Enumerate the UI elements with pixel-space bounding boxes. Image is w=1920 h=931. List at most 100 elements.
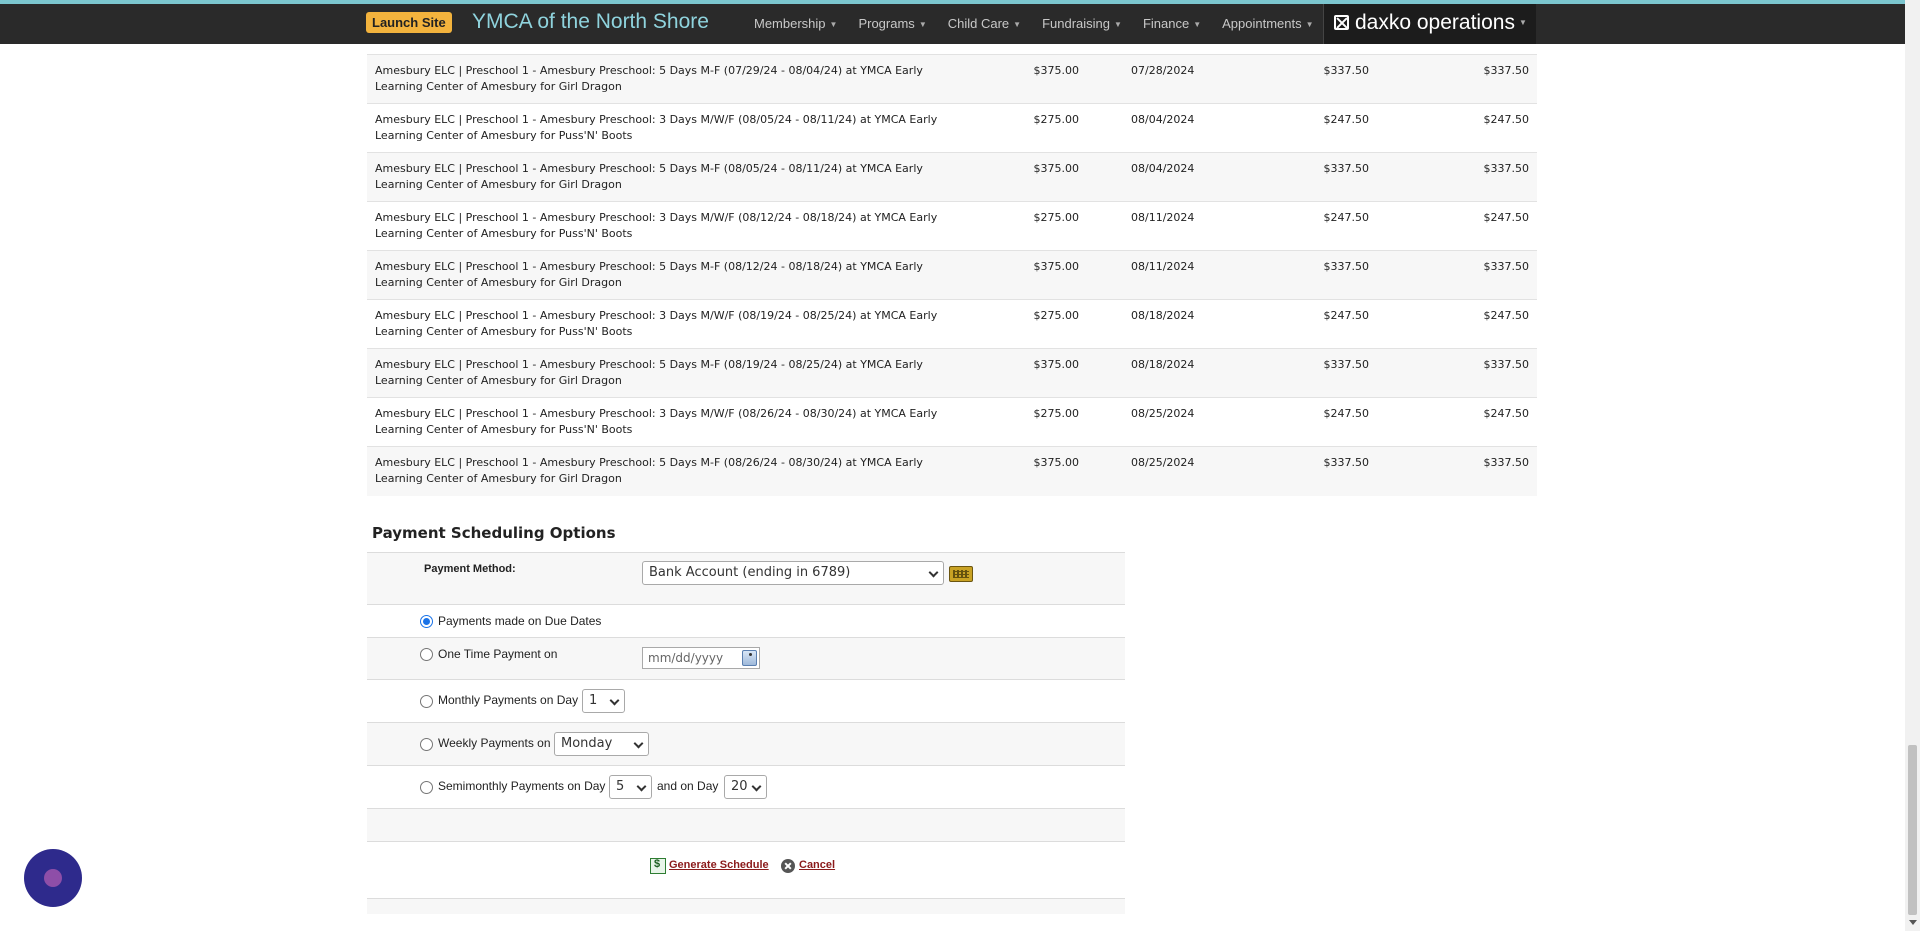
due-dates-row: Payments made on Due Dates [367,604,1125,637]
fee-discounted-amount: $337.50 [1217,152,1377,202]
monthly-row: Monthly Payments on Day 1 [367,679,1125,722]
table-row: Amesbury ELC | Preschool 1 - Amesbury Pr… [367,152,1537,202]
fee-total: $337.50 [1377,250,1537,300]
fee-total: $247.50 [1377,103,1537,153]
fee-description: Amesbury ELC | Preschool 1 - Amesbury Pr… [367,299,957,349]
weekly-day-select[interactable]: Monday [554,732,649,756]
fee-description: Amesbury ELC | Preschool 1 - Amesbury Pr… [367,152,957,202]
close-icon[interactable] [781,859,795,873]
schedule-icon[interactable] [650,858,666,874]
fee-total: $247.50 [1377,201,1537,251]
fee-due-date: 08/04/2024 [1087,152,1217,202]
payment-options-panel: Payment Method: Bank Account (ending in … [367,552,1125,914]
fee-discounted-amount: $247.50 [1217,299,1377,349]
semimonthly-and-label: and on Day [657,779,719,793]
cancel-link[interactable]: Cancel [799,859,835,871]
fee-amount: $375.00 [957,446,1087,496]
payment-method-select[interactable]: Bank Account (ending in 6789) [642,561,944,585]
fee-discounted-amount: $247.50 [1217,201,1377,251]
fee-amount: $375.00 [957,348,1087,398]
fee-amount: $275.00 [957,103,1087,153]
fee-total: $337.50 [1377,348,1537,398]
org-name[interactable]: YMCA of the North Shore [472,10,709,34]
fee-amount: $275.00 [957,397,1087,447]
fee-discounted-amount: $247.50 [1217,397,1377,447]
nav-membership[interactable]: Membership ▼ [754,4,837,44]
weekly-radio[interactable] [420,738,433,751]
brand-menu[interactable]: daxko operations ▼ [1323,4,1536,44]
fee-due-date: 07/28/2024 [1087,54,1217,104]
nav-programs[interactable]: Programs ▼ [858,4,926,44]
chevron-down-icon [609,695,620,706]
chevron-down-icon [636,781,647,792]
fee-due-date: 08/11/2024 [1087,201,1217,251]
scroll-down-icon[interactable] [1909,920,1917,925]
fee-amount: $375.00 [957,54,1087,104]
launch-site-button[interactable]: Launch Site [366,12,452,33]
semimonthly-label: Semimonthly Payments on Day [438,779,606,793]
table-row: Amesbury ELC | Preschool 1 - Amesbury Pr… [367,348,1537,398]
fee-schedule-table: Amesbury ELC | Preschool 1 - Amesbury Pr… [367,54,1537,496]
semimonthly-day2-select[interactable]: 20 [724,775,767,799]
one-time-radio[interactable] [420,648,433,661]
fee-description: Amesbury ELC | Preschool 1 - Amesbury Pr… [367,250,957,300]
fee-due-date: 08/18/2024 [1087,299,1217,349]
actions-row: Generate Schedule Cancel [367,841,1125,898]
nav-appointments[interactable]: Appointments ▼ [1222,4,1313,44]
fee-total: $337.50 [1377,446,1537,496]
one-time-label: One Time Payment on [438,647,558,661]
fee-discounted-amount: $337.50 [1217,250,1377,300]
fee-total: $247.50 [1377,299,1537,349]
one-time-row: One Time Payment on mm/dd/yyyy [367,637,1125,679]
header-bar: Launch Site YMCA of the North Shore Memb… [0,4,1905,44]
due-dates-radio[interactable] [420,615,433,628]
chevron-down-icon: ▼ [829,19,838,29]
monthly-label: Monthly Payments on Day [438,693,579,707]
semimonthly-day1-select[interactable]: 5 [609,775,652,799]
fee-due-date: 08/11/2024 [1087,250,1217,300]
table-row: Amesbury ELC | Preschool 1 - Amesbury Pr… [367,299,1537,349]
monthly-day-select[interactable]: 1 [582,689,625,713]
chevron-down-icon: ▼ [918,19,927,29]
payment-method-row: Payment Method: Bank Account (ending in … [367,552,1125,604]
daxko-logo-icon [1334,15,1349,30]
fee-description: Amesbury ELC | Preschool 1 - Amesbury Pr… [367,348,957,398]
semimonthly-radio[interactable] [420,781,433,794]
table-row: Amesbury ELC | Preschool 1 - Amesbury Pr… [367,201,1537,251]
fee-due-date: 08/25/2024 [1087,446,1217,496]
payment-method-label: Payment Method: [424,563,516,575]
semimonthly-row: Semimonthly Payments on Day 5 and on Day… [367,765,1125,808]
generate-schedule-link[interactable]: Generate Schedule [669,859,769,871]
nav-fundraising[interactable]: Fundraising ▼ [1042,4,1122,44]
vertical-scrollbar[interactable] [1905,0,1920,931]
table-row: Amesbury ELC | Preschool 1 - Amesbury Pr… [367,103,1537,153]
fee-description: Amesbury ELC | Preschool 1 - Amesbury Pr… [367,54,957,104]
fee-due-date: 08/18/2024 [1087,348,1217,398]
keyboard-icon[interactable] [949,566,973,582]
chevron-down-icon: ▼ [1193,19,1202,29]
table-row: Amesbury ELC | Preschool 1 - Amesbury Pr… [367,54,1537,104]
chevron-down-icon [751,781,762,792]
section-title: Payment Scheduling Options [372,524,616,542]
chevron-down-icon: ▼ [1114,19,1122,29]
fee-description: Amesbury ELC | Preschool 1 - Amesbury Pr… [367,103,957,153]
fee-description: Amesbury ELC | Preschool 1 - Amesbury Pr… [367,201,957,251]
chevron-down-icon: ▼ [1013,19,1022,29]
weekly-label: Weekly Payments on [438,736,551,750]
calendar-icon[interactable] [742,650,757,666]
fee-due-date: 08/25/2024 [1087,397,1217,447]
due-dates-label: Payments made on Due Dates [438,614,602,628]
fee-due-date: 08/04/2024 [1087,103,1217,153]
scrollbar-thumb[interactable] [1908,745,1917,915]
nav-child-care[interactable]: Child Care ▼ [948,4,1021,44]
one-time-date-input[interactable]: mm/dd/yyyy [642,647,760,669]
monthly-radio[interactable] [420,695,433,708]
panel-footer [367,898,1125,914]
fee-total: $337.50 [1377,152,1537,202]
fee-discounted-amount: $247.50 [1217,103,1377,153]
nav-finance[interactable]: Finance ▼ [1143,4,1201,44]
chevron-down-icon: ▼ [1305,19,1314,29]
chat-widget-icon[interactable] [24,849,82,907]
fee-discounted-amount: $337.50 [1217,54,1377,104]
fee-total: $337.50 [1377,54,1537,104]
